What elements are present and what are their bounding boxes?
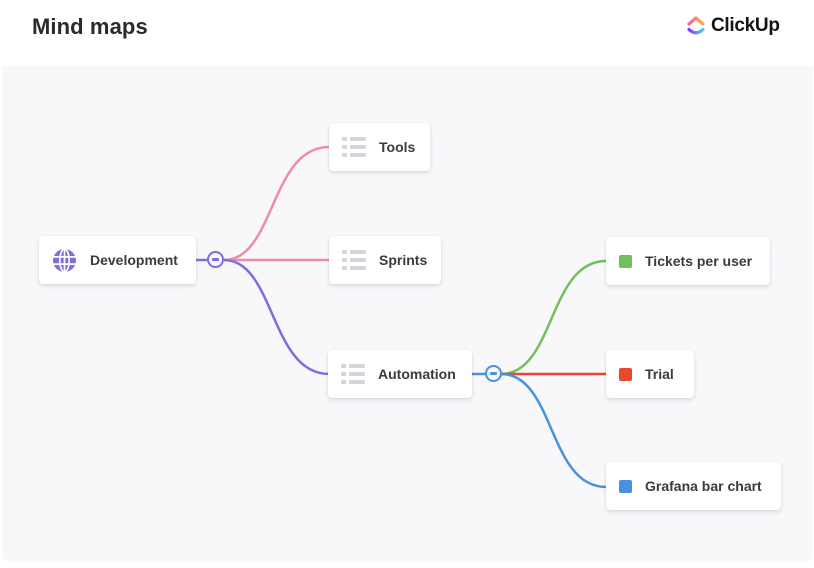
- node-label: Grafana bar chart: [645, 478, 762, 494]
- node-sprints[interactable]: Sprints: [329, 236, 441, 284]
- node-label: Trial: [645, 366, 674, 382]
- node-grafana-bar-chart[interactable]: Grafana bar chart: [606, 462, 781, 510]
- brand-name: ClickUp: [711, 15, 780, 36]
- blue-square-icon: [619, 479, 632, 493]
- globe-icon: [52, 247, 77, 273]
- node-label: Tickets per user: [645, 253, 753, 269]
- list-icon: [342, 250, 366, 270]
- node-trial[interactable]: Trial: [606, 350, 694, 398]
- collapse-toggle-automation[interactable]: [485, 365, 502, 382]
- node-label: Sprints: [379, 252, 428, 268]
- node-development[interactable]: Development: [39, 236, 196, 284]
- node-automation[interactable]: Automation: [328, 350, 472, 398]
- red-square-icon: [619, 367, 632, 381]
- minus-icon: [212, 258, 219, 261]
- clickup-logo-icon: [687, 16, 705, 35]
- page-title: Mind maps: [32, 14, 148, 39]
- node-label: Tools: [379, 139, 416, 155]
- minus-icon: [490, 372, 497, 375]
- green-square-icon: [619, 254, 632, 268]
- clickup-logo: ClickUp: [686, 15, 780, 37]
- node-label: Development: [90, 252, 178, 268]
- node-tickets-per-user[interactable]: Tickets per user: [606, 237, 770, 285]
- node-tools[interactable]: Tools: [329, 123, 430, 171]
- collapse-toggle-development[interactable]: [207, 251, 224, 268]
- node-label: Automation: [378, 366, 456, 382]
- list-icon: [342, 137, 366, 157]
- list-icon: [341, 364, 365, 384]
